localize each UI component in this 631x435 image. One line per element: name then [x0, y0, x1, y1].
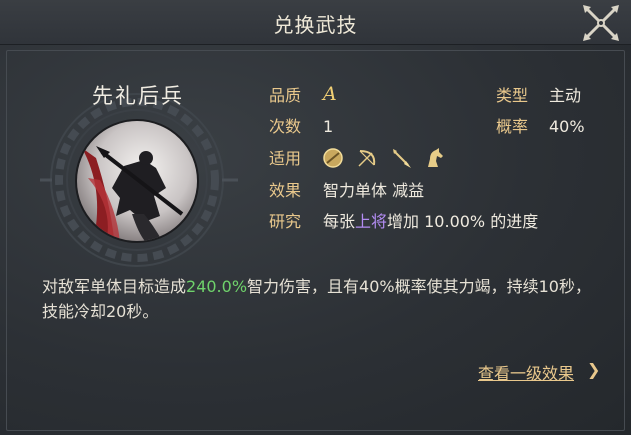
type-row: 类型 — [496, 85, 528, 107]
count-label: 次数 — [269, 117, 302, 136]
count-value-row: 1 — [323, 116, 333, 138]
effect-value: 智力单体 减益 — [323, 181, 425, 200]
dialog-title: 兑换武技 — [273, 13, 358, 37]
type-value: 主动 — [549, 86, 582, 105]
bow-unit-icon[interactable] — [356, 147, 378, 169]
view-level1-effect-link[interactable]: 查看一级效果 — [478, 360, 574, 384]
skill-description: 对敌军单体目标造成240.0%智力伤害，且有40%概率使其力竭，持续10秒，技能… — [42, 274, 602, 324]
applicable-label: 适用 — [269, 149, 302, 168]
applicable-row: 适用 — [269, 148, 301, 170]
type-value-row: 主动 — [549, 85, 581, 107]
research-label: 研究 — [269, 212, 302, 231]
quality-row: 品质 — [269, 85, 301, 107]
description-part1: 对敌军单体目标造成 — [42, 277, 187, 296]
chance-row: 概率 — [496, 116, 528, 138]
chevron-right-icon[interactable]: ❯ — [587, 360, 600, 379]
crossed-swords-close-icon — [583, 5, 619, 41]
research-highlight: 上将 — [355, 212, 388, 231]
chance-value: 40% — [549, 117, 585, 136]
research-row: 研究 — [269, 211, 301, 233]
spear-unit-icon[interactable] — [390, 147, 412, 169]
effect-value-row: 智力单体 减益 — [323, 180, 424, 202]
quality-value-row: A — [323, 83, 337, 105]
title-bar: 兑换武技 — [0, 0, 631, 45]
research-value-row: 每张上将增加 10.00% 的进度 — [323, 211, 538, 233]
skill-exchange-dialog: 兑换武技 先礼后兵 品质 A 次数 1 适用 效果 智力单体 减益 研究 每张上… — [0, 0, 631, 435]
close-button[interactable] — [578, 2, 624, 44]
chance-label: 概率 — [496, 117, 529, 136]
cavalry-unit-icon[interactable] — [424, 147, 446, 169]
quality-grade-value: A — [323, 83, 337, 105]
count-value: 1 — [323, 117, 334, 136]
quality-label: 品质 — [269, 86, 302, 105]
damage-percentage: 240.0% — [186, 277, 248, 296]
research-prefix: 每张 — [323, 212, 356, 231]
chance-value-row: 40% — [549, 116, 585, 138]
skill-portrait-icon — [75, 119, 199, 243]
effect-label: 效果 — [269, 181, 302, 200]
skill-name: 先礼后兵 — [92, 84, 184, 108]
type-label: 类型 — [496, 86, 529, 105]
research-suffix: 增加 10.00% 的进度 — [387, 212, 539, 231]
count-row: 次数 — [269, 116, 301, 138]
effect-row: 效果 — [269, 180, 301, 202]
shield-unit-icon[interactable] — [322, 147, 344, 169]
applicable-unit-icons — [322, 147, 446, 171]
